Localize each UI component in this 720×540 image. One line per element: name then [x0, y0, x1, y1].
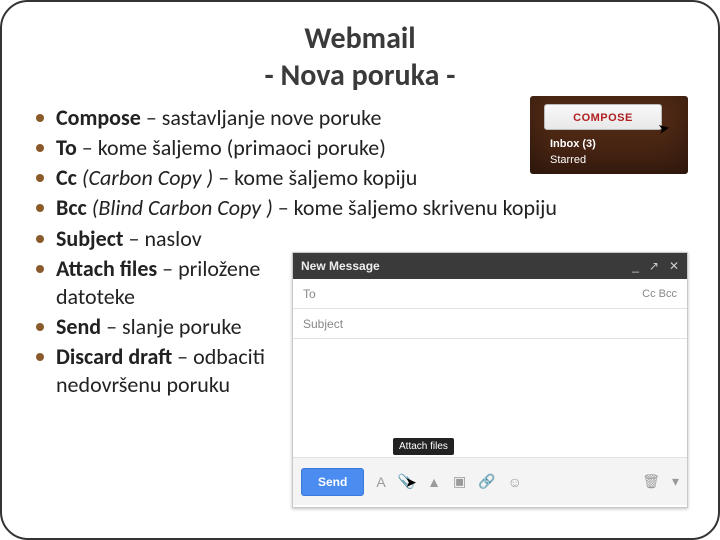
bullet-rest: – kome šaljemo kopiju [213, 164, 417, 191]
title-line-1: Webmail [30, 20, 690, 57]
close-icon[interactable]: ✕ [669, 253, 679, 279]
bullet-item: Attach files – priložene datoteke [34, 255, 294, 311]
slide-title: Webmail - Nova poruka - [30, 20, 690, 94]
popout-icon[interactable]: ↗ [649, 253, 659, 279]
photo-icon[interactable]: ▣ [453, 473, 466, 490]
message-toolbar: Attach files Send A 📎 ➤ ▲ ▣ 🔗 ☺ 🗑 ▾ [293, 457, 687, 505]
inbox-label[interactable]: Inbox (3) [550, 138, 596, 150]
to-label: To [303, 287, 316, 301]
bullet-item: Discard draft – odbaciti nedovršenu poru… [34, 343, 294, 399]
inset-compose-panel: COMPOSE ➤ Inbox (3) Starred [530, 96, 688, 174]
emoji-icon[interactable]: ☺ [508, 474, 522, 490]
subject-row[interactable]: Subject [293, 309, 687, 339]
to-row[interactable]: To Cc Bcc [293, 279, 687, 309]
font-icon[interactable]: A [376, 474, 385, 490]
compose-button[interactable]: COMPOSE [544, 104, 662, 130]
title-line-2: - Nova poruka - [30, 57, 690, 94]
cursor-icon: ➤ [405, 474, 417, 491]
bullet-term: To [56, 134, 77, 161]
bullet-item: Bcc (Blind Carbon Copy ) – kome šaljemo … [34, 194, 690, 222]
attach-tooltip: Attach files [393, 438, 454, 455]
bullet-term: Send [56, 313, 101, 340]
bullet-term: Subject [56, 225, 124, 252]
link-icon[interactable]: 🔗 [478, 473, 495, 490]
bullet-rest: – kome šaljemo skrivenu kopiju [273, 194, 557, 221]
bullet-rest: – sastavljanje nove poruke [141, 104, 382, 131]
bullet-rest: – slanje poruke [101, 313, 241, 340]
bullet-italic: (Carbon Copy ) [77, 164, 213, 191]
bullet-term: Discard draft [56, 343, 172, 370]
bullet-term: Cc [56, 164, 77, 191]
message-body[interactable] [293, 339, 687, 457]
subject-label: Subject [303, 317, 343, 331]
bullet-rest: – naslov [124, 225, 202, 252]
bullet-term: Attach files [56, 255, 157, 282]
more-icon[interactable]: ▾ [672, 473, 679, 490]
window-controls: _ ↗ ✕ [632, 253, 679, 279]
cursor-icon: ➤ [657, 119, 672, 138]
bullet-italic: (Blind Carbon Copy ) [87, 194, 273, 221]
send-button[interactable]: Send [301, 468, 364, 496]
message-header: New Message _ ↗ ✕ [293, 253, 687, 279]
bullet-rest: – kome šaljemo (primaoci poruke) [77, 134, 386, 161]
message-title: New Message [301, 253, 380, 279]
slide: Webmail - Nova poruka - Compose – sastav… [0, 0, 720, 540]
bullet-item: Subject – naslov [34, 225, 690, 253]
drive-icon[interactable]: ▲ [427, 474, 441, 490]
minimize-icon[interactable]: _ [632, 253, 639, 279]
bullet-term: Bcc [56, 194, 87, 221]
inset-message-window: New Message _ ↗ ✕ To Cc Bcc Subject Atta… [292, 252, 688, 508]
trash-icon[interactable]: 🗑 [642, 473, 660, 490]
starred-label[interactable]: Starred [550, 154, 586, 166]
bullet-term: Compose [56, 104, 141, 131]
bullet-item: Send – slanje poruke [34, 313, 294, 341]
cc-bcc-link[interactable]: Cc Bcc [642, 288, 677, 300]
